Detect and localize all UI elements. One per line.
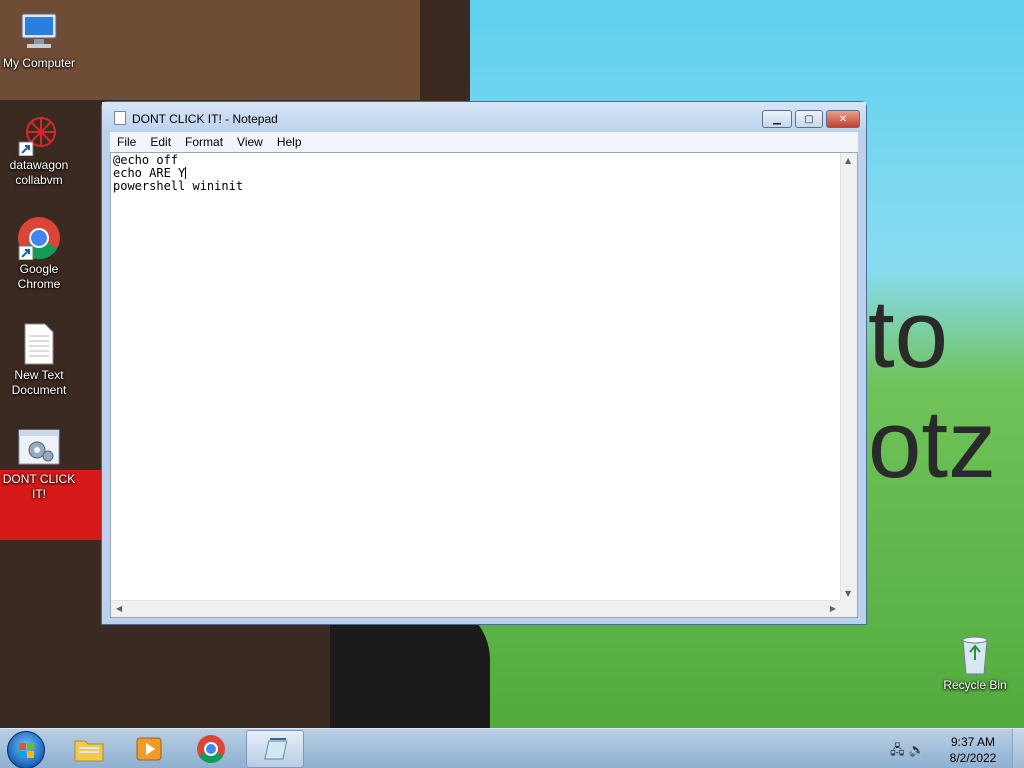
volume-icon[interactable]: 🔊 xyxy=(909,743,925,758)
scroll-left-icon[interactable]: ◀ xyxy=(116,604,122,613)
resize-grip[interactable] xyxy=(840,600,857,617)
menu-bar: File Edit Format View Help xyxy=(110,132,858,152)
network-icon[interactable]: 🖧 xyxy=(890,743,905,758)
notepad-icon xyxy=(264,738,288,760)
desktop-icon-my-computer[interactable]: My Computer xyxy=(1,10,77,71)
desktop-icon-recycle-bin[interactable]: Recycle Bin xyxy=(937,632,1013,693)
desktop-icon-label: datawagon collabvm xyxy=(9,158,69,187)
computer-icon xyxy=(17,10,61,54)
window-title: DONT CLICK IT! - Notepad xyxy=(132,112,278,126)
title-bar[interactable]: DONT CLICK IT! - Notepad ▁ ▢ ✕ xyxy=(102,102,866,132)
desktop-icon-label: DONT CLICK IT! xyxy=(2,472,76,501)
batch-file-icon xyxy=(17,426,61,470)
show-desktop-button[interactable] xyxy=(1012,729,1024,768)
clock[interactable]: 9:37 AM 8/2/2022 xyxy=(938,734,1008,766)
desktop-icon-label: New Text Document xyxy=(11,368,67,397)
system-tray: 🖧 🔊 xyxy=(890,741,925,763)
chrome-icon xyxy=(197,735,225,763)
text-line: powershell wininit xyxy=(113,179,244,193)
desktop-icon-google-chrome[interactable]: Google Chrome xyxy=(1,216,77,292)
recycle-bin-icon xyxy=(953,632,997,676)
text-document-icon xyxy=(17,322,61,366)
wallpaper-text: to otz xyxy=(868,281,997,498)
menu-format[interactable]: Format xyxy=(178,132,230,152)
media-player-icon xyxy=(136,737,162,761)
menu-help[interactable]: Help xyxy=(270,132,309,152)
taskbar: 🖧 🔊 9:37 AM 8/2/2022 xyxy=(0,728,1024,768)
horizontal-scrollbar[interactable]: ◀ ▶ xyxy=(111,600,841,617)
scroll-down-icon[interactable]: ▼ xyxy=(845,589,851,598)
minimize-button[interactable]: ▁ xyxy=(762,110,792,128)
menu-view[interactable]: View xyxy=(230,132,270,152)
desktop-icon-label: Recycle Bin xyxy=(943,678,1007,692)
clock-time: 9:37 AM xyxy=(950,735,996,749)
menu-edit[interactable]: Edit xyxy=(143,132,178,152)
close-button[interactable]: ✕ xyxy=(826,110,860,128)
folder-icon xyxy=(74,740,104,762)
desktop-icon-label: My Computer xyxy=(2,56,76,70)
taskbar-chrome-button[interactable] xyxy=(182,730,240,768)
chrome-icon xyxy=(17,216,61,261)
scroll-right-icon[interactable]: ▶ xyxy=(830,604,836,613)
desktop-icon-dont-click-it[interactable]: DONT CLICK IT! xyxy=(1,426,77,502)
vertical-scrollbar[interactable]: ▲ ▼ xyxy=(840,153,857,601)
desktop-icon-datawagon[interactable]: datawagon collabvm xyxy=(1,112,77,188)
editor-text[interactable]: @echo off echo ARE Y powershell wininit xyxy=(113,154,243,193)
start-button[interactable] xyxy=(7,731,45,768)
notepad-window[interactable]: DONT CLICK IT! - Notepad ▁ ▢ ✕ File Edit… xyxy=(101,101,867,625)
taskbar-media-player-button[interactable] xyxy=(120,730,178,768)
desktop-icon-new-text-document[interactable]: New Text Document xyxy=(1,322,77,398)
text-editor[interactable]: @echo off echo ARE Y powershell wininit … xyxy=(110,152,858,618)
scroll-up-icon[interactable]: ▲ xyxy=(845,156,851,165)
notepad-icon xyxy=(114,111,126,125)
taskbar-explorer-button[interactable] xyxy=(60,730,118,768)
maximize-button[interactable]: ▢ xyxy=(795,110,823,128)
desktop-icon-label: Google Chrome xyxy=(17,262,61,291)
taskbar-notepad-button[interactable] xyxy=(246,730,304,768)
text-caret xyxy=(185,167,187,179)
datawagon-shortcut-icon xyxy=(17,112,61,157)
clock-date: 8/2/2022 xyxy=(949,751,997,765)
menu-file[interactable]: File xyxy=(110,132,143,152)
